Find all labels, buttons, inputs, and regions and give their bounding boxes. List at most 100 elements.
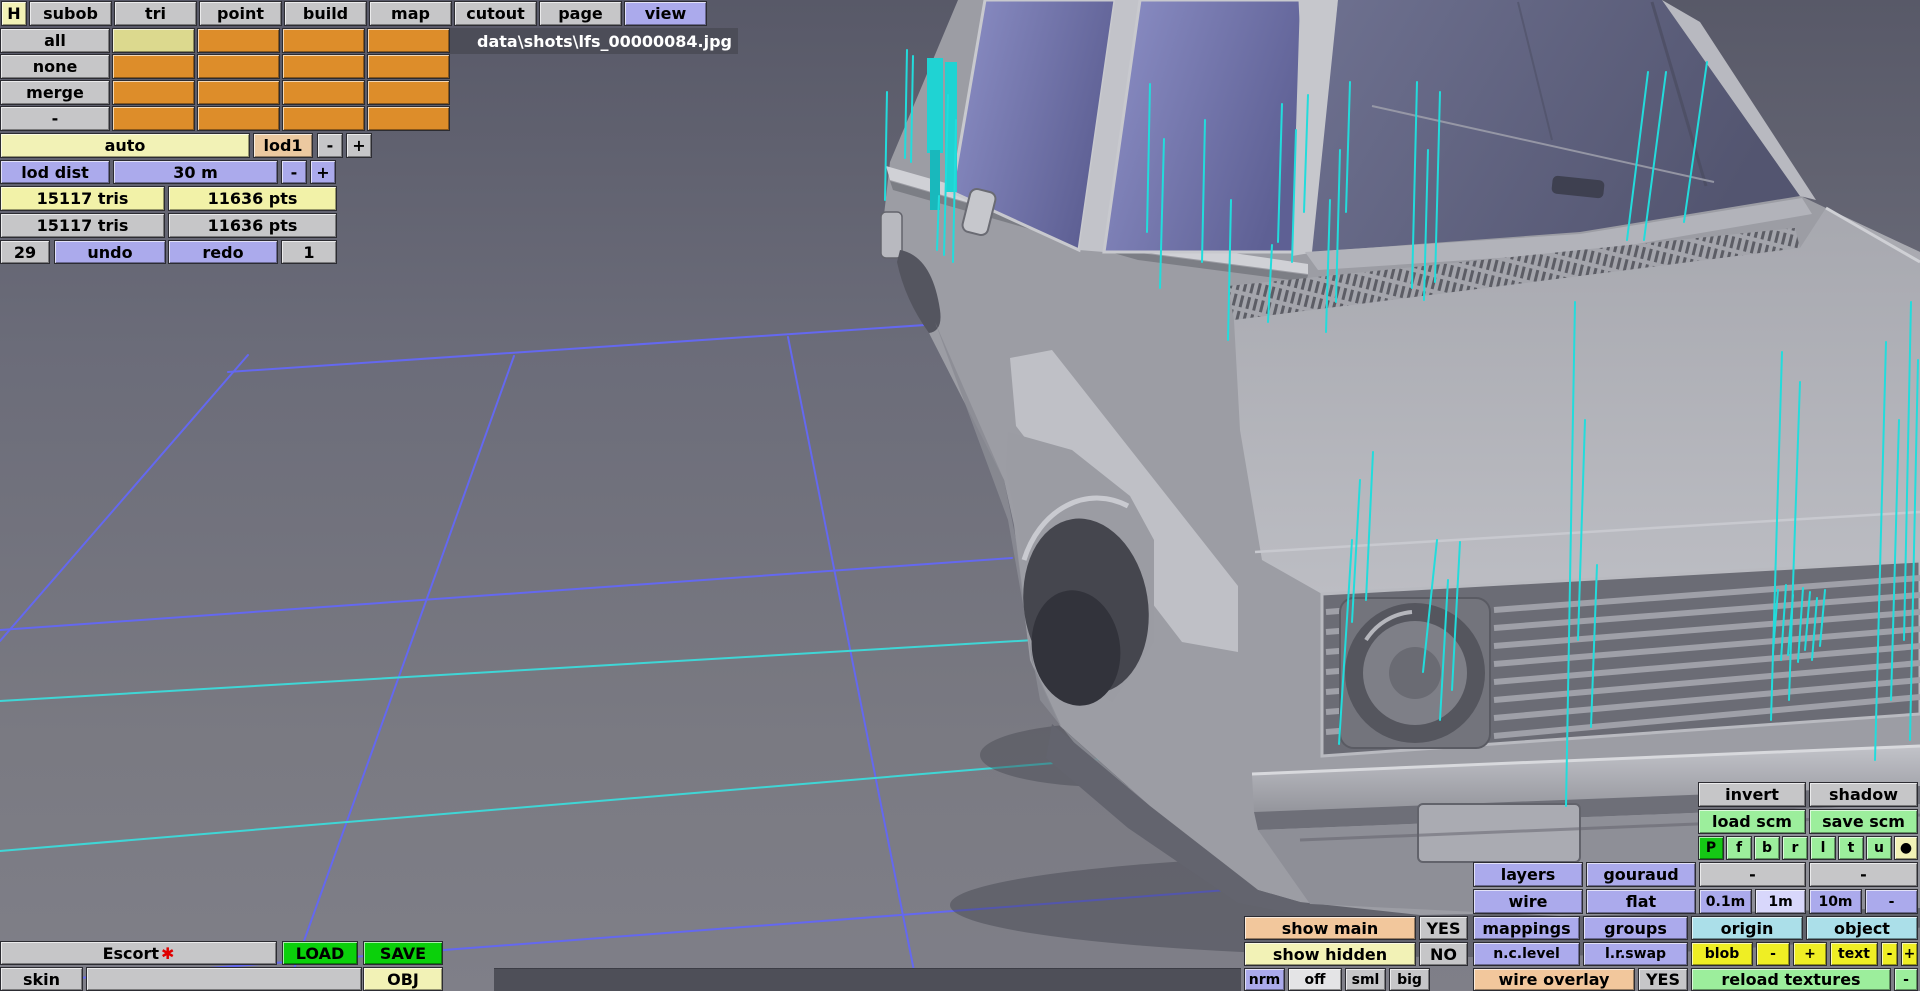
show-main-button[interactable]: show main — [1244, 916, 1416, 940]
vehicle-name: Escort — [102, 943, 160, 963]
nc-level-button[interactable]: n.c.level — [1473, 942, 1580, 966]
subob-matrix-cell[interactable] — [367, 106, 450, 131]
undo-count: 29 — [0, 240, 50, 264]
subob-matrix-cell[interactable] — [282, 28, 365, 53]
lfs-editor-window: H subob tri point build map cutout page … — [0, 0, 1920, 991]
text-minus-button[interactable]: - — [1881, 942, 1898, 966]
subob-matrix-cell-selected[interactable] — [112, 28, 195, 53]
subob-matrix-cell[interactable] — [367, 54, 450, 79]
grid-dash-button[interactable]: - — [1865, 889, 1918, 914]
screenshot-filename: data\shots\lfs_00000084.jpg — [448, 28, 738, 54]
lod-current[interactable]: lod1 — [253, 133, 313, 158]
subob-select-none[interactable]: none — [0, 54, 110, 79]
redo-button[interactable]: redo — [168, 240, 278, 264]
nrm-sml-button[interactable]: sml — [1345, 968, 1386, 991]
stat-pts-current: 11636 pts — [168, 186, 337, 211]
save-scm-button[interactable]: save scm — [1809, 809, 1918, 834]
subob-matrix-cell[interactable] — [282, 80, 365, 105]
subob-matrix-cell[interactable] — [282, 54, 365, 79]
menu-h[interactable]: H — [1, 1, 27, 26]
layers-dash2-button[interactable]: - — [1809, 862, 1918, 887]
subob-matrix-cell[interactable] — [197, 28, 280, 53]
mappings-button[interactable]: mappings — [1473, 916, 1580, 940]
lod-dist-label: lod dist — [0, 160, 110, 184]
grid-0-1m-button[interactable]: 0.1m — [1699, 889, 1752, 914]
wire-button[interactable]: wire — [1473, 889, 1583, 914]
lod-auto-button[interactable]: auto — [0, 133, 250, 158]
stat-tris-total: 15117 tris — [0, 213, 165, 238]
view-key-dot[interactable]: ● — [1894, 836, 1918, 860]
undo-button[interactable]: undo — [54, 240, 166, 264]
lod-minus-button[interactable]: - — [317, 133, 343, 158]
view-key-r[interactable]: r — [1782, 836, 1808, 860]
shadow-button[interactable]: shadow — [1809, 782, 1918, 807]
reload-textures-button[interactable]: reload textures — [1691, 968, 1891, 991]
subob-matrix-cell[interactable] — [112, 80, 195, 105]
stat-tris-current: 15117 tris — [0, 186, 165, 211]
gouraud-button[interactable]: gouraud — [1586, 862, 1696, 887]
blob-plus-button[interactable]: + — [1793, 942, 1827, 966]
grid-1m-button-selected[interactable]: 1m — [1755, 889, 1806, 914]
lod-dist-plus-button[interactable]: + — [310, 160, 336, 184]
grid-10m-button[interactable]: 10m — [1809, 889, 1862, 914]
blob-button[interactable]: blob — [1691, 942, 1753, 966]
blob-minus-button[interactable]: - — [1756, 942, 1790, 966]
lr-swap-button[interactable]: l.r.swap — [1583, 942, 1688, 966]
lod-dist-minus-button[interactable]: - — [281, 160, 307, 184]
vehicle-name-button[interactable]: Escort ✱ — [0, 941, 277, 965]
lod-plus-button[interactable]: + — [346, 133, 372, 158]
reload-textures-minus-button[interactable]: - — [1894, 968, 1918, 991]
skin-name-field[interactable] — [86, 967, 362, 991]
menu-cutout[interactable]: cutout — [454, 1, 537, 26]
menu-page[interactable]: page — [539, 1, 622, 26]
menu-tri[interactable]: tri — [114, 1, 197, 26]
origin-button[interactable]: origin — [1691, 916, 1803, 940]
subob-matrix-cell[interactable] — [367, 28, 450, 53]
view-key-b[interactable]: b — [1754, 836, 1780, 860]
view-key-u[interactable]: u — [1866, 836, 1892, 860]
menu-point[interactable]: point — [199, 1, 282, 26]
nrm-off-button-selected[interactable]: off — [1288, 968, 1342, 991]
subob-matrix-cell[interactable] — [197, 106, 280, 131]
subob-matrix-cell[interactable] — [197, 80, 280, 105]
nrm-button[interactable]: nrm — [1244, 968, 1285, 991]
subob-matrix-cell[interactable] — [197, 54, 280, 79]
show-hidden-toggle[interactable]: NO — [1419, 942, 1468, 966]
show-hidden-button[interactable]: show hidden — [1244, 942, 1416, 966]
view-key-f[interactable]: f — [1726, 836, 1752, 860]
wire-overlay-toggle[interactable]: YES — [1638, 968, 1688, 991]
view-key-l[interactable]: l — [1810, 836, 1836, 860]
layers-dash-button[interactable]: - — [1699, 862, 1806, 887]
subob-matrix-cell[interactable] — [112, 106, 195, 131]
subob-select-merge[interactable]: merge — [0, 80, 110, 105]
text-plus-button[interactable]: + — [1901, 942, 1918, 966]
invert-button[interactable]: invert — [1698, 782, 1806, 807]
layers-button[interactable]: layers — [1473, 862, 1583, 887]
redo-count: 1 — [281, 240, 337, 264]
subob-matrix-cell[interactable] — [367, 80, 450, 105]
wire-overlay-button[interactable]: wire overlay — [1473, 968, 1635, 991]
load-button[interactable]: LOAD — [282, 941, 358, 965]
skin-button[interactable]: skin — [0, 967, 83, 991]
modified-marker-icon: ✱ — [161, 943, 175, 963]
menu-view-active[interactable]: view — [624, 1, 707, 26]
menu-build[interactable]: build — [284, 1, 367, 26]
obj-export-button[interactable]: OBJ — [363, 967, 443, 991]
subob-select-all[interactable]: all — [0, 28, 110, 53]
nrm-big-button[interactable]: big — [1389, 968, 1430, 991]
show-main-toggle[interactable]: YES — [1419, 916, 1468, 940]
load-scm-button[interactable]: load scm — [1698, 809, 1806, 834]
menu-map[interactable]: map — [369, 1, 452, 26]
view-key-t[interactable]: t — [1838, 836, 1864, 860]
subob-matrix-cell[interactable] — [112, 54, 195, 79]
subob-select-dash[interactable]: - — [0, 106, 110, 131]
groups-button[interactable]: groups — [1583, 916, 1688, 940]
subob-matrix-cell[interactable] — [282, 106, 365, 131]
flat-button[interactable]: flat — [1586, 889, 1696, 914]
text-button[interactable]: text — [1830, 942, 1878, 966]
view-key-p-active[interactable]: P — [1698, 836, 1724, 860]
object-button[interactable]: object — [1806, 916, 1918, 940]
menu-subob[interactable]: subob — [29, 1, 112, 26]
save-button[interactable]: SAVE — [363, 941, 443, 965]
lod-dist-value[interactable]: 30 m — [113, 160, 278, 184]
